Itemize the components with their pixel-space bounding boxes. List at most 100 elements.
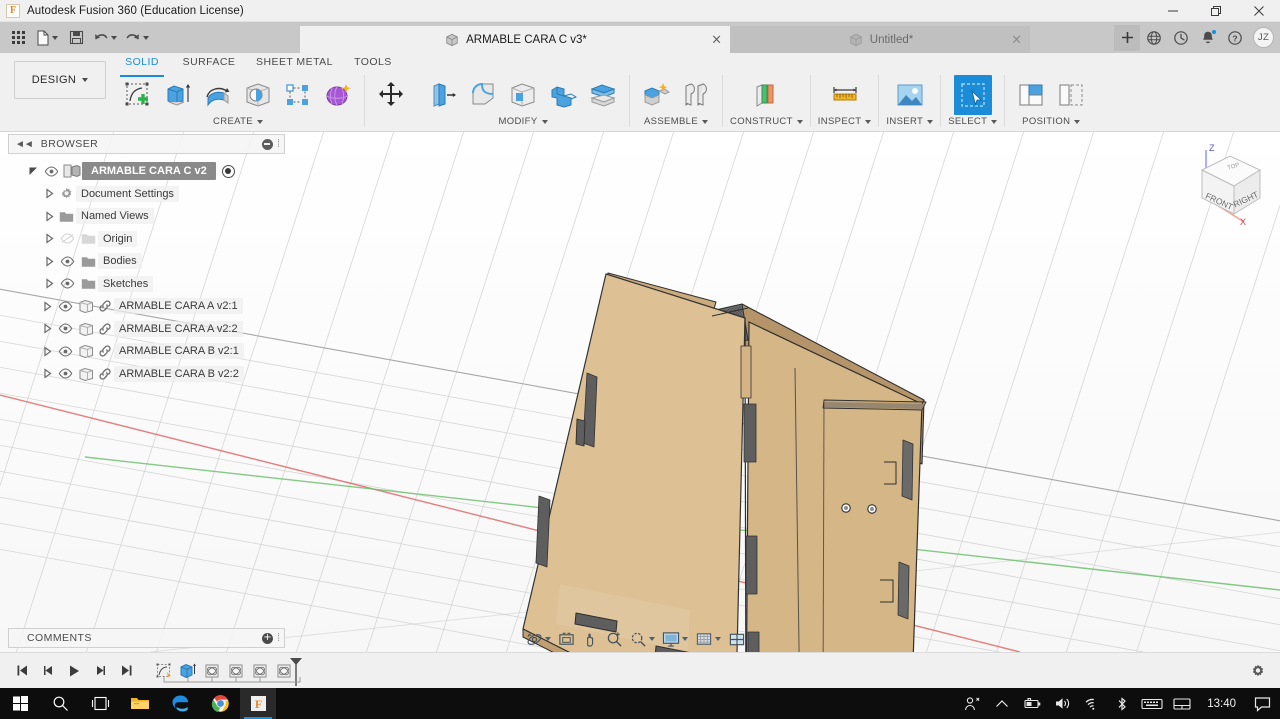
restore-icon[interactable] [1194, 0, 1237, 22]
show-hidden-icons-icon[interactable] [987, 688, 1017, 719]
chevron-down-icon[interactable] [927, 120, 933, 124]
grid-snap-icon[interactable] [692, 627, 724, 651]
avatar[interactable]: JZ [1253, 27, 1274, 48]
visibility-eye-icon[interactable] [54, 318, 76, 340]
measure-icon[interactable] [826, 75, 864, 115]
viewports-icon[interactable] [725, 627, 757, 651]
revolve-icon[interactable] [199, 75, 237, 115]
display-settings-icon[interactable] [659, 627, 691, 651]
expand-triangle-icon[interactable] [40, 318, 54, 340]
document-tab-untitled[interactable]: Untitled* × [730, 26, 1030, 53]
visibility-eye-icon[interactable] [56, 273, 78, 295]
expand-triangle-icon[interactable] [40, 295, 54, 317]
chevron-down-icon[interactable] [545, 637, 551, 641]
minimize-icon[interactable] [1151, 0, 1194, 22]
tree-item-sketches[interactable]: Sketches [8, 273, 285, 296]
expand-triangle-icon[interactable] [26, 160, 40, 182]
viewport-3d[interactable]: ◄◄ BROWSER ⁞ [0, 132, 1280, 652]
bell-icon[interactable] [1195, 25, 1221, 51]
action-center-icon[interactable] [1246, 688, 1278, 719]
shell-icon[interactable] [504, 75, 542, 115]
save-icon[interactable] [64, 25, 88, 51]
taskbar-clock[interactable]: 13:40 [1197, 698, 1246, 710]
jump-start-icon[interactable] [14, 661, 30, 681]
expand-triangle-icon[interactable] [42, 273, 56, 295]
panel-options-icon[interactable] [262, 139, 273, 150]
insert-image-icon[interactable] [891, 75, 929, 115]
tab-solid[interactable]: SOLID [112, 56, 172, 75]
app-grid-icon[interactable] [6, 25, 30, 51]
pan-icon[interactable] [579, 627, 602, 651]
document-tab-active[interactable]: ARMABLE CARA C v3* × [300, 26, 730, 53]
comments-panel[interactable]: COMMENTS + ⁞ [8, 628, 285, 648]
expand-triangle-icon[interactable] [42, 228, 56, 250]
press-pull-icon[interactable] [424, 75, 462, 115]
view-cube[interactable]: Z X FRONT RIGHT TOP [1182, 136, 1274, 228]
zoom-window-icon[interactable] [627, 627, 658, 651]
move-copy-icon[interactable] [372, 75, 410, 115]
tree-item-component[interactable]: ARMABLE CARA B v2:2 [8, 363, 285, 386]
orbit-icon[interactable] [523, 627, 554, 651]
chevron-down-icon[interactable] [702, 120, 708, 124]
chevron-down-icon[interactable] [748, 637, 754, 641]
globe-icon[interactable] [1141, 25, 1167, 51]
clock-icon[interactable] [1168, 25, 1194, 51]
search-icon[interactable] [40, 688, 80, 719]
align-icon[interactable] [1012, 75, 1050, 115]
help-icon[interactable]: ? [1222, 25, 1248, 51]
tree-item-bodies[interactable]: Bodies [8, 250, 285, 273]
chevron-down-icon[interactable] [257, 120, 263, 124]
chevron-down-icon[interactable] [865, 120, 871, 124]
activate-component-radio[interactable] [222, 165, 235, 178]
file-explorer-icon[interactable] [120, 688, 160, 719]
chevron-down-icon[interactable] [715, 637, 721, 641]
tab-tools[interactable]: TOOLS [343, 56, 403, 75]
chevron-down-icon[interactable] [649, 637, 655, 641]
expand-triangle-icon[interactable] [42, 250, 56, 272]
undo-icon[interactable] [90, 25, 120, 51]
tab-surface[interactable]: SURFACE [172, 56, 246, 75]
visibility-eye-icon[interactable] [56, 228, 78, 250]
expand-triangle-icon[interactable] [42, 205, 56, 227]
tree-item-component[interactable]: ARMABLE CARA A v2:1 [8, 295, 285, 318]
tab-sheet-metal[interactable]: SHEET METAL [246, 56, 343, 75]
extrude-icon[interactable] [159, 75, 197, 115]
chevron-down-icon[interactable] [991, 120, 997, 124]
chevron-down-icon[interactable] [682, 637, 688, 641]
keyboard-icon[interactable] [1137, 688, 1167, 719]
bluetooth-icon[interactable] [1107, 688, 1137, 719]
edge-browser-icon[interactable] [160, 688, 200, 719]
visibility-eye-icon[interactable] [54, 295, 76, 317]
pattern-icon[interactable] [279, 75, 317, 115]
panel-resize-grip[interactable]: ⁞ [277, 632, 280, 644]
chevron-down-icon[interactable] [542, 120, 548, 124]
chevron-down-icon[interactable] [1074, 120, 1080, 124]
expand-triangle-icon[interactable] [40, 363, 54, 385]
position-icon[interactable] [1052, 75, 1090, 115]
tree-item-document-settings[interactable]: Document Settings [8, 183, 285, 206]
create-sketch-icon[interactable] [119, 75, 157, 115]
combine-icon[interactable] [544, 75, 582, 115]
expand-triangle-icon[interactable] [40, 340, 54, 362]
collapse-left-icon[interactable]: ◄◄ [15, 139, 33, 150]
visibility-eye-icon[interactable] [40, 160, 62, 182]
tree-item-origin[interactable]: Origin [8, 228, 285, 251]
new-component-icon[interactable] [637, 75, 675, 115]
fillet-icon[interactable] [464, 75, 502, 115]
close-icon[interactable] [1237, 0, 1280, 22]
expand-triangle-icon[interactable] [42, 183, 56, 205]
zoom-icon[interactable] [603, 627, 626, 651]
tree-item-named-views[interactable]: Named Views [8, 205, 285, 228]
touchpad-icon[interactable] [1167, 688, 1197, 719]
offset-plane-icon[interactable] [747, 75, 785, 115]
settings-gear-icon[interactable] [1250, 663, 1272, 679]
fusion360-taskbar-icon[interactable]: F [240, 688, 276, 719]
create-form-icon[interactable] [319, 75, 357, 115]
play-icon[interactable] [66, 661, 82, 681]
tree-item-component[interactable]: ARMABLE CARA B v2:1 [8, 340, 285, 363]
visibility-eye-icon[interactable] [56, 250, 78, 272]
panel-resize-grip[interactable]: ⁞ [277, 138, 280, 150]
chrome-browser-icon[interactable] [200, 688, 240, 719]
tree-item-component[interactable]: ARMABLE CARA A v2:2 [8, 318, 285, 341]
file-icon[interactable] [32, 25, 62, 51]
